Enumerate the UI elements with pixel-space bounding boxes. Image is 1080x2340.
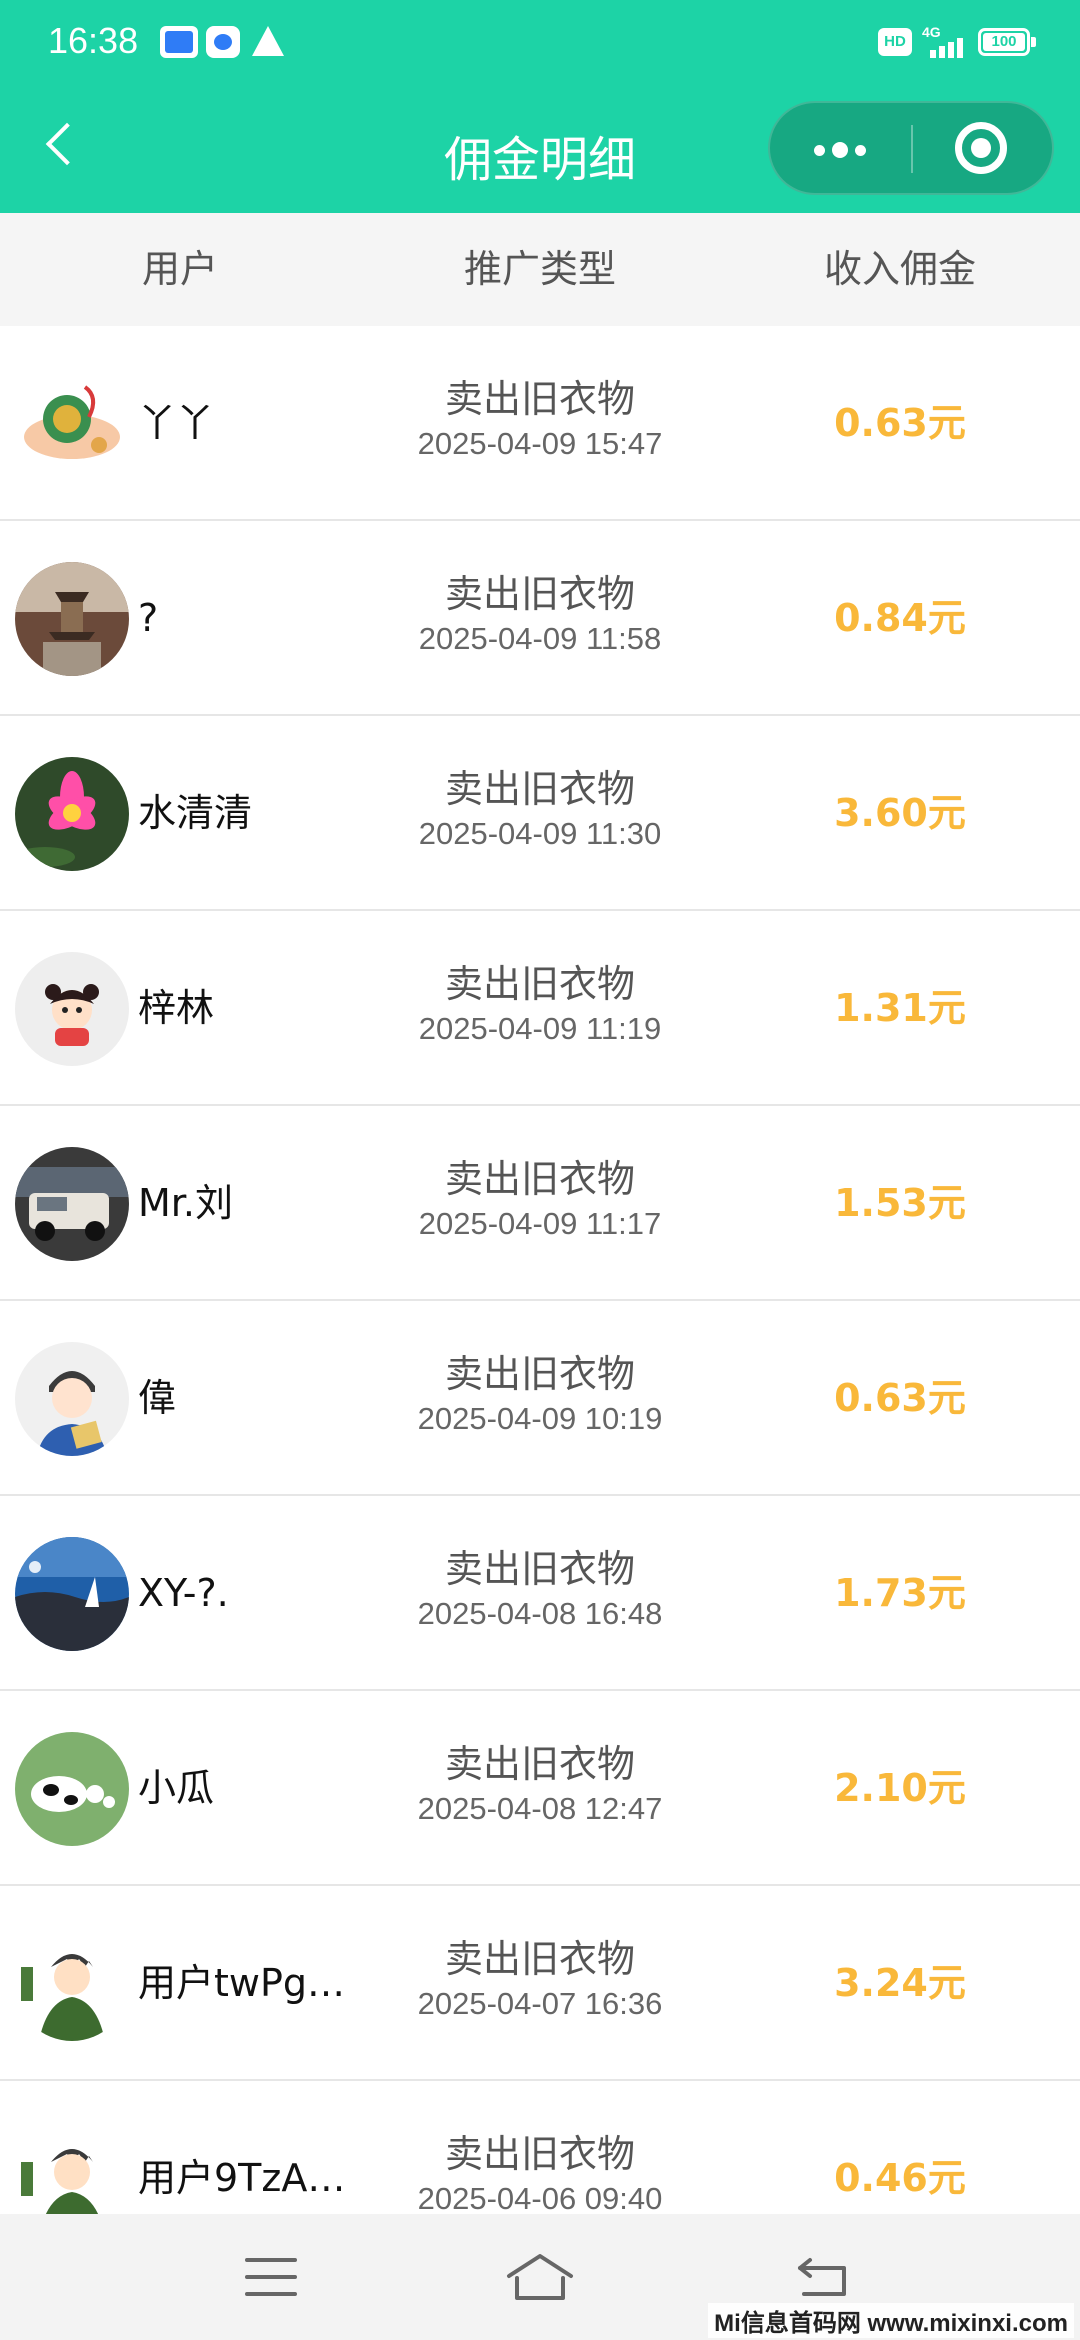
menu-icon[interactable] — [245, 2258, 297, 2298]
header: 16:38 HD 4G 100 佣金明细 — [0, 0, 1080, 213]
nav-bar: 佣金明细 — [0, 84, 1080, 213]
promotion-time: 2025-04-08 16:48 — [417, 1596, 663, 1631]
battery-icon: 100 — [978, 28, 1036, 56]
commission-amount: 3.60元 — [834, 791, 966, 835]
user-name: 偉 — [138, 1376, 177, 1420]
signal-icon: 4G — [922, 24, 966, 58]
table-row[interactable]: 梓林 卖出旧衣物 2025-04-09 11:19 1.31元 — [0, 911, 1080, 1106]
promotion-time: 2025-04-09 10:19 — [417, 1401, 663, 1436]
promotion-time: 2025-04-09 11:19 — [418, 1011, 662, 1046]
app-notification-icon — [160, 26, 198, 58]
commission-amount: 1.73元 — [834, 1571, 966, 1615]
table-row[interactable]: XY-?. 卖出旧衣物 2025-04-08 16:48 1.73元 — [0, 1496, 1080, 1691]
commission-amount: 0.84元 — [834, 596, 966, 640]
promotion-info: 卖出旧衣物 2025-04-07 16:36 — [360, 1936, 720, 2024]
promotion-type: 卖出旧衣物 — [444, 962, 635, 1006]
commission-amount: 0.46元 — [834, 2156, 966, 2200]
table-row[interactable]: Mr.刘 卖出旧衣物 2025-04-09 11:17 1.53元 — [0, 1106, 1080, 1301]
promotion-type: 卖出旧衣物 — [444, 2132, 635, 2176]
table-row[interactable]: 偉 卖出旧衣物 2025-04-09 10:19 0.63元 — [0, 1301, 1080, 1496]
user-name: 小瓜 — [138, 1766, 215, 1810]
lotus-avatar — [15, 757, 129, 871]
promotion-type: 卖出旧衣物 — [444, 1547, 635, 1591]
commission-amount: 0.63元 — [834, 1376, 966, 1420]
promotion-type: 卖出旧衣物 — [444, 572, 635, 616]
warrior-avatar — [15, 1927, 129, 2041]
commission-amount: 1.31元 — [834, 986, 966, 1030]
promotion-info: 卖出旧衣物 2025-04-08 16:48 — [360, 1546, 720, 1634]
promotion-time: 2025-04-09 15:47 — [417, 426, 663, 461]
warning-icon — [252, 26, 284, 56]
car-avatar — [15, 1147, 129, 1261]
promotion-type: 卖出旧衣物 — [444, 377, 635, 421]
table-row[interactable]: 小瓜 卖出旧衣物 2025-04-08 12:47 2.10元 — [0, 1691, 1080, 1886]
column-header-income: 收入佣金 — [823, 247, 976, 291]
mini-program-capsule — [768, 101, 1054, 195]
promotion-info: 卖出旧衣物 2025-04-09 11:58 — [360, 571, 720, 659]
promotion-time: 2025-04-09 11:30 — [418, 816, 662, 851]
promotion-info: 卖出旧衣物 2025-04-09 11:19 — [360, 961, 720, 1049]
system-nav-bar: Mi信息首码网 www.mixinxi.com — [0, 2214, 1080, 2340]
promotion-type: 卖出旧衣物 — [444, 1157, 635, 1201]
commission-amount: 0.63元 — [834, 401, 966, 445]
warrior-avatar — [15, 2122, 129, 2214]
home-icon[interactable] — [505, 2250, 575, 2304]
promotion-info: 卖出旧衣物 2025-04-09 11:17 — [360, 1156, 720, 1244]
promotion-time: 2025-04-06 09:40 — [417, 2181, 663, 2214]
user-name: XY-?. — [138, 1571, 229, 1615]
cartoon-girl-avatar — [15, 952, 129, 1066]
promotion-time: 2025-04-09 11:58 — [418, 621, 662, 656]
ornament-avatar — [15, 367, 129, 481]
table-row[interactable]: 水清清 卖出旧衣物 2025-04-09 11:30 3.60元 — [0, 716, 1080, 911]
commission-list[interactable]: 丫丫 卖出旧衣物 2025-04-09 15:47 0.63元 ? 卖出旧衣物 … — [0, 326, 1080, 2214]
promotion-type: 卖出旧衣物 — [444, 1937, 635, 1981]
status-bar: 16:38 HD 4G 100 — [0, 0, 1080, 84]
commission-amount: 3.24元 — [834, 1961, 966, 2005]
column-header-user: 用户 — [141, 247, 218, 291]
promotion-time: 2025-04-07 16:36 — [417, 1986, 663, 2021]
table-row[interactable]: ? 卖出旧衣物 2025-04-09 11:58 0.84元 — [0, 521, 1080, 716]
seaside-avatar — [15, 1537, 129, 1651]
watermark: Mi信息首码网 www.mixinxi.com — [708, 2303, 1074, 2338]
target-icon — [955, 122, 1007, 174]
cow-avatar — [15, 1732, 129, 1846]
baidu-notification-icon — [206, 26, 240, 58]
column-header-type: 推广类型 — [463, 247, 616, 291]
battery-level: 100 — [983, 33, 1025, 51]
promotion-type: 卖出旧衣物 — [444, 1352, 635, 1396]
promotion-info: 卖出旧衣物 2025-04-09 15:47 — [360, 376, 720, 464]
table-row[interactable]: 用户9TzA… 卖出旧衣物 2025-04-06 09:40 0.46元 — [0, 2081, 1080, 2214]
table-row[interactable]: 用户twPg… 卖出旧衣物 2025-04-07 16:36 3.24元 — [0, 1886, 1080, 2081]
promotion-time: 2025-04-08 12:47 — [417, 1791, 663, 1826]
commission-amount: 1.53元 — [834, 1181, 966, 1225]
user-name: 用户9TzA… — [138, 2156, 346, 2200]
promotion-info: 卖出旧衣物 2025-04-06 09:40 — [360, 2131, 720, 2214]
cartoon-boy-avatar — [15, 1342, 129, 1456]
user-name: 丫丫 — [138, 401, 215, 445]
user-name: Mr.刘 — [138, 1181, 234, 1225]
commission-amount: 2.10元 — [834, 1766, 966, 1810]
status-time: 16:38 — [48, 20, 139, 61]
promotion-type: 卖出旧衣物 — [444, 767, 635, 811]
promotion-info: 卖出旧衣物 2025-04-09 11:30 — [360, 766, 720, 854]
more-options-button[interactable] — [770, 103, 910, 193]
table-header: 用户 推广类型 收入佣金 — [0, 213, 1080, 326]
network-type: 4G — [922, 24, 941, 40]
hd-icon: HD — [878, 28, 912, 56]
pagoda-avatar — [15, 562, 129, 676]
close-mini-program-button[interactable] — [913, 103, 1053, 193]
promotion-type: 卖出旧衣物 — [444, 1742, 635, 1786]
user-name: 梓林 — [138, 986, 215, 1030]
promotion-time: 2025-04-09 11:17 — [418, 1206, 662, 1241]
promotion-info: 卖出旧衣物 2025-04-08 12:47 — [360, 1741, 720, 1829]
promotion-info: 卖出旧衣物 2025-04-09 10:19 — [360, 1351, 720, 1439]
user-name: ? — [138, 596, 159, 640]
table-row[interactable]: 丫丫 卖出旧衣物 2025-04-09 15:47 0.63元 — [0, 326, 1080, 521]
user-name: 水清清 — [138, 791, 253, 835]
back-icon[interactable] — [796, 2254, 852, 2300]
user-name: 用户twPg… — [138, 1961, 346, 2005]
